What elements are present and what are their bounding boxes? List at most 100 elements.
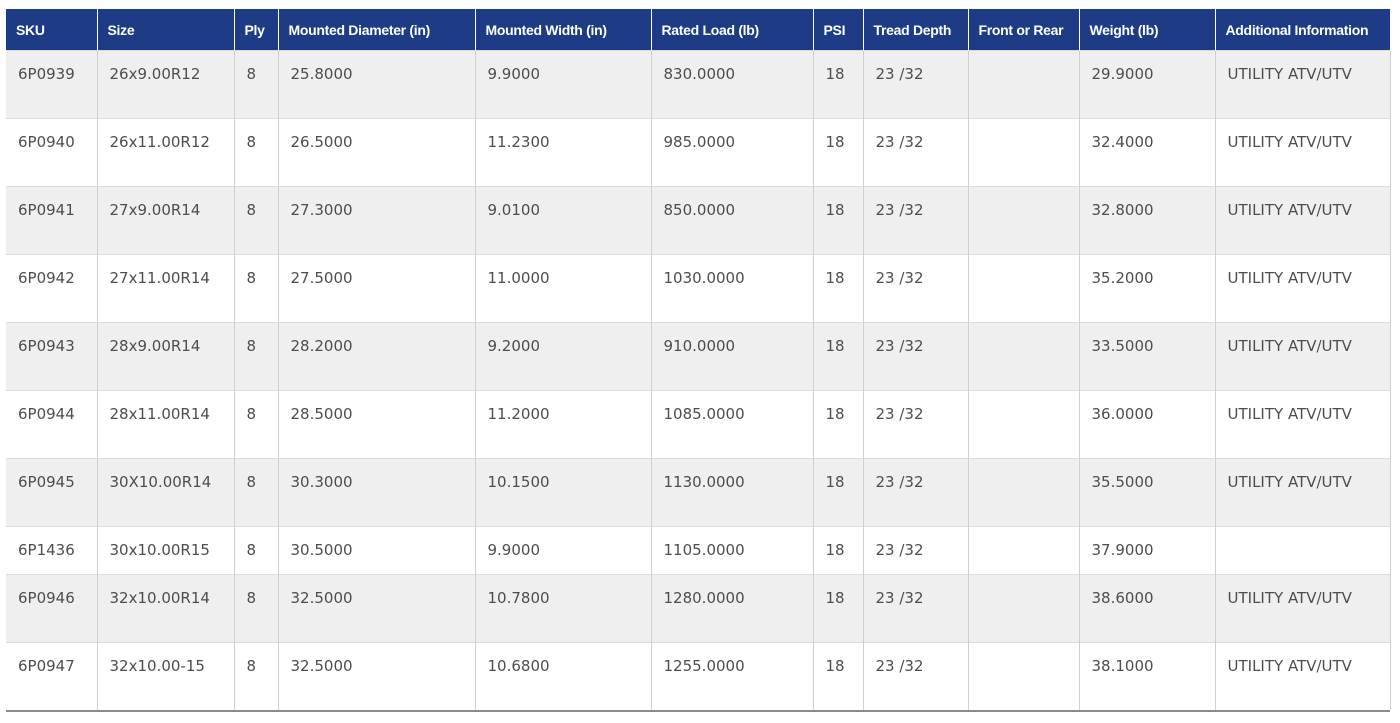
cell-tread-depth: 23 /32 (862, 526, 969, 575)
cell-mounted-diameter: 28.2000 (277, 322, 476, 391)
cell-rated-load: 1030.0000 (650, 254, 814, 323)
table-row: 6P0947 32x10.00-15 8 32.5000 10.6800 1255.000… (6, 642, 1391, 710)
cell-mounted-width: 11.2000 (474, 390, 652, 459)
cell-sku: 6P0942 (6, 254, 98, 323)
table-row: 6P1436 30x10.00R15 8 30.5000 9.9000 1105.0000… (6, 526, 1391, 575)
table-row: 6P0943 28x9.00R14 8 28.2000 9.2000 910.0000 18… (6, 322, 1391, 391)
cell-mounted-width: 10.1500 (474, 458, 652, 527)
cell-additional-information: UTILITY ATV/UTV (1214, 574, 1391, 643)
cell-tread-depth: 23 /32 (862, 322, 969, 391)
cell-psi: 18 (812, 526, 864, 575)
cell-rated-load: 1085.0000 (650, 390, 814, 459)
cell-sku: 6P0943 (6, 322, 98, 391)
cell-additional-information: UTILITY ATV/UTV (1214, 186, 1391, 255)
cell-psi: 18 (812, 186, 864, 255)
table-row: 6P0946 32x10.00R14 8 32.5000 10.7800 1280.000… (6, 574, 1391, 643)
cell-weight: 37.9000 (1078, 526, 1216, 575)
tire-spec-table: SKU Size Ply Mounted Diameter (in) Mount… (6, 9, 1391, 710)
header-sku: SKU (6, 9, 98, 51)
cell-ply: 8 (233, 642, 279, 710)
cell-weight: 35.2000 (1078, 254, 1216, 323)
cell-ply: 8 (233, 390, 279, 459)
cell-weight: 38.1000 (1078, 642, 1216, 710)
cell-sku: 6P0940 (6, 118, 98, 187)
cell-rated-load: 910.0000 (650, 322, 814, 391)
cell-front-or-rear (967, 458, 1080, 527)
cell-tread-depth: 23 /32 (862, 458, 969, 527)
header-additional-information: Additional Information (1214, 9, 1391, 51)
cell-tread-depth: 23 /32 (862, 574, 969, 643)
cell-ply: 8 (233, 526, 279, 575)
table-row: 6P0942 27x11.00R14 8 27.5000 11.0000 1030.000… (6, 254, 1391, 323)
cell-mounted-diameter: 30.5000 (277, 526, 476, 575)
cell-front-or-rear (967, 186, 1080, 255)
cell-size: 28x11.00R14 (96, 390, 235, 459)
cell-psi: 18 (812, 254, 864, 323)
table-row: 6P0941 27x9.00R14 8 27.3000 9.0100 850.0000 18… (6, 186, 1391, 255)
cell-psi: 18 (812, 642, 864, 710)
cell-mounted-diameter: 27.3000 (277, 186, 476, 255)
cell-sku: 6P0939 (6, 50, 98, 119)
cell-ply: 8 (233, 254, 279, 323)
cell-weight: 29.9000 (1078, 50, 1216, 119)
cell-mounted-diameter: 32.5000 (277, 642, 476, 710)
cell-size: 26x9.00R12 (96, 50, 235, 119)
header-row: SKU Size Ply Mounted Diameter (in) Mount… (6, 9, 1391, 51)
cell-additional-information (1214, 526, 1391, 575)
cell-size: 28x9.00R14 (96, 322, 235, 391)
cell-ply: 8 (233, 118, 279, 187)
cell-mounted-diameter: 32.5000 (277, 574, 476, 643)
header-psi: PSI (812, 9, 864, 51)
cell-weight: 33.5000 (1078, 322, 1216, 391)
cell-sku: 6P0941 (6, 186, 98, 255)
cell-ply: 8 (233, 50, 279, 119)
cell-psi: 18 (812, 50, 864, 119)
cell-psi: 18 (812, 574, 864, 643)
cell-mounted-width: 10.6800 (474, 642, 652, 710)
cell-mounted-width: 9.2000 (474, 322, 652, 391)
cell-weight: 36.0000 (1078, 390, 1216, 459)
cell-mounted-diameter: 26.5000 (277, 118, 476, 187)
cell-additional-information: UTILITY ATV/UTV (1214, 390, 1391, 459)
cell-ply: 8 (233, 458, 279, 527)
cell-front-or-rear (967, 390, 1080, 459)
cell-additional-information: UTILITY ATV/UTV (1214, 118, 1391, 187)
cell-front-or-rear (967, 50, 1080, 119)
cell-ply: 8 (233, 186, 279, 255)
table-row: 6P0945 30X10.00R14 8 30.3000 10.1500 1130.000… (6, 458, 1391, 527)
cell-size: 32x10.00-15 (96, 642, 235, 710)
cell-tread-depth: 23 /32 (862, 50, 969, 119)
cell-rated-load: 1130.0000 (650, 458, 814, 527)
table-row: 6P0940 26x11.00R12 8 26.5000 11.2300 985.0000… (6, 118, 1391, 187)
cell-front-or-rear (967, 118, 1080, 187)
header-mounted-width: Mounted Width (in) (474, 9, 652, 51)
cell-size: 27x9.00R14 (96, 186, 235, 255)
cell-rated-load: 985.0000 (650, 118, 814, 187)
cell-sku: 6P0945 (6, 458, 98, 527)
header-tread-depth: Tread Depth (862, 9, 969, 51)
cell-weight: 32.4000 (1078, 118, 1216, 187)
header-rated-load: Rated Load (lb) (650, 9, 814, 51)
cell-rated-load: 830.0000 (650, 50, 814, 119)
cell-ply: 8 (233, 322, 279, 391)
cell-ply: 8 (233, 574, 279, 643)
cell-tread-depth: 23 /32 (862, 118, 969, 187)
cell-mounted-width: 11.2300 (474, 118, 652, 187)
cell-additional-information: UTILITY ATV/UTV (1214, 642, 1391, 710)
cell-front-or-rear (967, 574, 1080, 643)
cell-mounted-width: 9.0100 (474, 186, 652, 255)
cell-size: 30X10.00R14 (96, 458, 235, 527)
cell-tread-depth: 23 /32 (862, 186, 969, 255)
header-mounted-diameter: Mounted Diameter (in) (277, 9, 476, 51)
tire-spec-table-container: SKU Size Ply Mounted Diameter (in) Mount… (6, 9, 1391, 712)
cell-mounted-width: 11.0000 (474, 254, 652, 323)
cell-sku: 6P0947 (6, 642, 98, 710)
cell-psi: 18 (812, 118, 864, 187)
cell-size: 32x10.00R14 (96, 574, 235, 643)
cell-psi: 18 (812, 390, 864, 459)
cell-rated-load: 1105.0000 (650, 526, 814, 575)
cell-additional-information: UTILITY ATV/UTV (1214, 458, 1391, 527)
cell-tread-depth: 23 /32 (862, 390, 969, 459)
cell-mounted-diameter: 30.3000 (277, 458, 476, 527)
cell-mounted-diameter: 25.8000 (277, 50, 476, 119)
